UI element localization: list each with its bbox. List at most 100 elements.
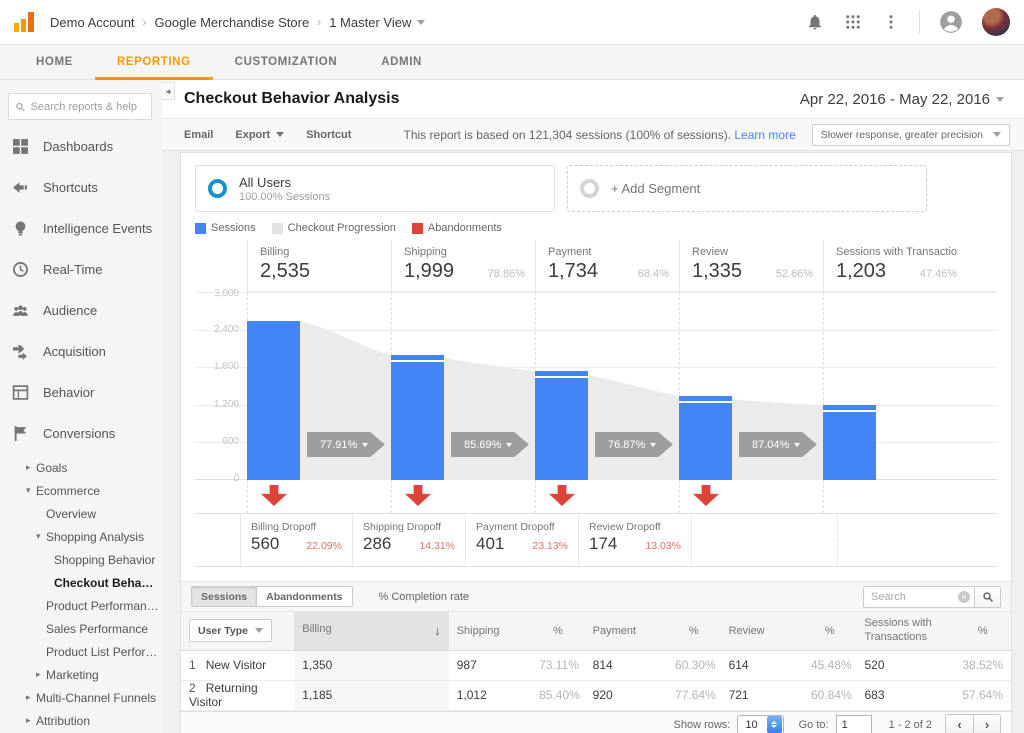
column-header-payment-pct[interactable]: % — [667, 612, 721, 650]
column-header-shipping-pct[interactable]: % — [531, 612, 585, 650]
funnel-bar-shipping[interactable] — [391, 355, 444, 480]
top-app-bar: Demo Account › Google Merchandise Store … — [0, 0, 1024, 44]
sidebar-item-goals[interactable]: ▸Goals — [0, 456, 162, 479]
search-icon — [982, 591, 994, 603]
tab-customization[interactable]: CUSTOMIZATION — [213, 45, 360, 79]
export-button[interactable]: Export — [235, 129, 284, 141]
dropoff-arrow-icon — [693, 485, 719, 506]
table-row[interactable]: 2Returning Visitor 1,185 1,012 85.40% 92… — [181, 680, 1011, 710]
y-axis-tick: 1,800 — [195, 361, 239, 372]
precision-dropdown[interactable]: Slower response, greater precision — [812, 124, 1010, 146]
apps-grid-icon[interactable] — [843, 12, 863, 32]
breadcrumb-property[interactable]: Google Merchandise Store — [155, 15, 310, 30]
add-segment-ring-icon — [580, 179, 599, 198]
table-pagination: Show rows: 10 Go to: 1 - 2 of 2 ‹ › — [181, 711, 1011, 733]
column-header-billing[interactable]: Billing↓ — [294, 612, 448, 650]
account-silhouette-icon[interactable] — [938, 9, 964, 35]
transition-badge-payment-review[interactable]: 76.87% — [595, 432, 673, 457]
completion-rate-label[interactable]: % Completion rate — [379, 591, 470, 603]
column-header-transactions-pct[interactable]: % — [954, 612, 1011, 650]
table-toolbar: Sessions Abandonments % Completion rate … — [181, 581, 1011, 612]
sidebar-collapse-icon[interactable]: ◄ — [162, 82, 175, 100]
column-header-shipping[interactable]: Shipping — [449, 612, 531, 650]
add-segment-button[interactable]: + Add Segment — [567, 165, 927, 212]
column-header-review[interactable]: Review — [721, 612, 803, 650]
conversions-flag-icon — [12, 425, 29, 442]
precision-caret-icon — [993, 132, 1001, 137]
user-avatar[interactable] — [982, 8, 1010, 36]
sidebar-item-intelligence-events[interactable]: Intelligence Events — [0, 208, 162, 249]
table-search-input[interactable] — [871, 591, 958, 603]
sidebar-item-sales-performance[interactable]: Sales Performance — [0, 617, 162, 640]
legend-swatch-gray — [272, 223, 283, 234]
lightbulb-icon — [12, 220, 29, 237]
sidebar-item-product-list-performance[interactable]: Product List Perfor… — [0, 640, 162, 663]
next-page-button[interactable]: › — [973, 715, 1000, 733]
sidebar-item-shortcuts[interactable]: Shortcuts — [0, 167, 162, 208]
sidebar-item-marketing[interactable]: ▸Marketing — [0, 663, 162, 686]
search-submit-button[interactable] — [975, 586, 1001, 608]
email-button[interactable]: Email — [184, 129, 213, 141]
table-row[interactable]: 1New Visitor 1,350 987 73.11% 814 60.30%… — [181, 650, 1011, 680]
dropoff-summary-row: Billing Dropoff 56022.09% Shipping Dropo… — [195, 513, 997, 567]
user-type-dropdown[interactable]: User Type — [189, 619, 272, 642]
transition-badge-review-transactions[interactable]: 87.04% — [739, 432, 817, 457]
primary-nav-tabs: HOME REPORTING CUSTOMIZATION ADMIN — [0, 44, 1024, 80]
tab-home[interactable]: HOME — [14, 45, 95, 79]
previous-page-button[interactable]: ‹ — [946, 715, 973, 733]
sidebar-item-audience[interactable]: Audience — [0, 290, 162, 331]
badge-caret-icon — [794, 443, 800, 447]
dropoff-billing: Billing Dropoff 56022.09% — [240, 514, 353, 566]
sidebar-item-checkout-behavior[interactable]: Checkout Beha… — [0, 571, 162, 594]
column-header-transactions[interactable]: Sessions with Transactions — [856, 612, 954, 650]
dropoff-arrow-icon — [405, 485, 431, 506]
sidebar-search[interactable] — [8, 93, 152, 120]
table-view-abandonments-button[interactable]: Abandonments — [257, 586, 352, 607]
column-header-payment[interactable]: Payment — [585, 612, 667, 650]
funnel-bar-payment[interactable] — [535, 371, 588, 480]
sidebar-item-behavior[interactable]: Behavior — [0, 372, 162, 413]
goto-page-input[interactable] — [836, 715, 872, 733]
sidebar-search-input[interactable] — [31, 101, 145, 113]
funnel-bar-review[interactable] — [679, 396, 732, 480]
sidebar-item-conversions[interactable]: Conversions — [0, 413, 162, 454]
funnel-step-payment: Payment 1,73468.4% — [535, 240, 679, 291]
sidebar-item-multi-channel-funnels[interactable]: ▸Multi-Channel Funnels — [0, 686, 162, 709]
column-header-review-pct[interactable]: % — [803, 612, 857, 650]
notifications-bell-icon[interactable] — [805, 12, 825, 32]
transition-badge-shipping-payment[interactable]: 85.69% — [451, 432, 529, 457]
segment-all-users[interactable]: All Users 100.00% Sessions — [195, 165, 555, 212]
chart-legend: Sessions Checkout Progression Abandonmen… — [181, 212, 1011, 240]
badge-caret-icon — [506, 443, 512, 447]
y-axis-tick: 2,400 — [195, 324, 239, 335]
sidebar-item-ecommerce[interactable]: ▾Ecommerce — [0, 479, 162, 502]
funnel-bar-transactions[interactable] — [823, 405, 876, 480]
dashboards-icon — [12, 138, 29, 155]
sidebar-item-shopping-analysis[interactable]: ▾Shopping Analysis — [0, 525, 162, 548]
breadcrumb-account[interactable]: Demo Account — [50, 15, 135, 30]
sidebar-item-attribution[interactable]: ▸Attribution — [0, 709, 162, 732]
funnel-bar-billing[interactable] — [247, 321, 300, 480]
sidebar-item-shopping-behavior[interactable]: Shopping Behavior — [0, 548, 162, 571]
breadcrumb-view[interactable]: 1 Master View — [329, 15, 411, 30]
date-range-picker[interactable]: Apr 22, 2016 - May 22, 2016 — [794, 87, 1010, 112]
table-view-sessions-button[interactable]: Sessions — [191, 586, 257, 607]
dropoff-arrow-icon — [261, 485, 287, 506]
shortcut-button[interactable]: Shortcut — [306, 129, 351, 141]
transition-badge-billing-shipping[interactable]: 77.91% — [307, 432, 385, 457]
tab-reporting[interactable]: REPORTING — [95, 45, 213, 79]
legend-swatch-red — [412, 223, 423, 234]
sidebar-item-real-time[interactable]: Real-Time — [0, 249, 162, 290]
sidebar-item-product-performance[interactable]: Product Performan… — [0, 594, 162, 617]
search-clear-icon[interactable]: × — [958, 591, 970, 603]
y-axis-tick: 1,200 — [195, 399, 239, 410]
learn-more-link[interactable]: Learn more — [734, 128, 795, 142]
more-options-icon[interactable] — [881, 12, 901, 32]
sidebar-item-acquisition[interactable]: Acquisition — [0, 331, 162, 372]
show-rows-select[interactable]: 10 — [737, 715, 783, 733]
google-analytics-logo-icon — [14, 12, 36, 32]
tab-admin[interactable]: ADMIN — [359, 45, 444, 79]
sidebar-item-overview[interactable]: Overview — [0, 502, 162, 525]
view-selector-caret-icon[interactable] — [417, 20, 425, 25]
sidebar-item-dashboards[interactable]: Dashboards — [0, 126, 162, 167]
